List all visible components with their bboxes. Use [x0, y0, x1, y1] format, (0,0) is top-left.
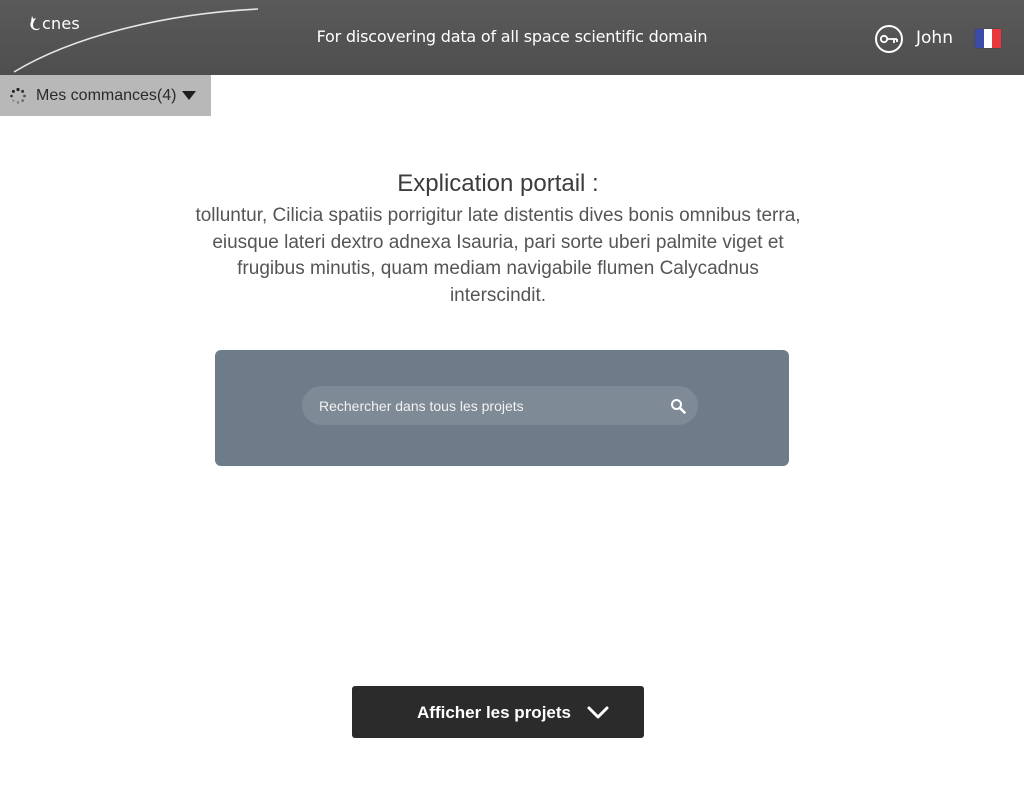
my-orders-label: Mes commances(4): [36, 86, 177, 104]
french-flag-icon[interactable]: [975, 29, 1002, 48]
intro-text: tolluntur, Cilicia spatiis porrigitur la…: [195, 205, 801, 306]
portal-explanation: Explication portail : tolluntur, Cilicia…: [190, 170, 806, 309]
header-bar: cnes For discovering data of all space s…: [0, 0, 1024, 75]
login-key-icon[interactable]: [874, 24, 904, 54]
search-box: [302, 386, 698, 425]
chevron-down-icon: [587, 706, 609, 719]
search-input[interactable]: [319, 386, 659, 425]
search-icon[interactable]: [670, 398, 686, 414]
search-panel: [215, 350, 789, 466]
site-tagline: For discovering data of all space scient…: [316, 27, 708, 46]
caret-down-icon: [182, 91, 197, 100]
show-projects-button[interactable]: Afficher les projets: [352, 686, 644, 738]
my-orders-dropdown[interactable]: Mes commances(4): [0, 75, 211, 116]
username[interactable]: John: [916, 28, 953, 48]
page: cnes For discovering data of all space s…: [0, 0, 1024, 786]
loading-spinner-icon: [10, 87, 26, 104]
intro-title: Explication portail :: [397, 170, 599, 197]
show-projects-label: Afficher les projets: [417, 703, 571, 722]
